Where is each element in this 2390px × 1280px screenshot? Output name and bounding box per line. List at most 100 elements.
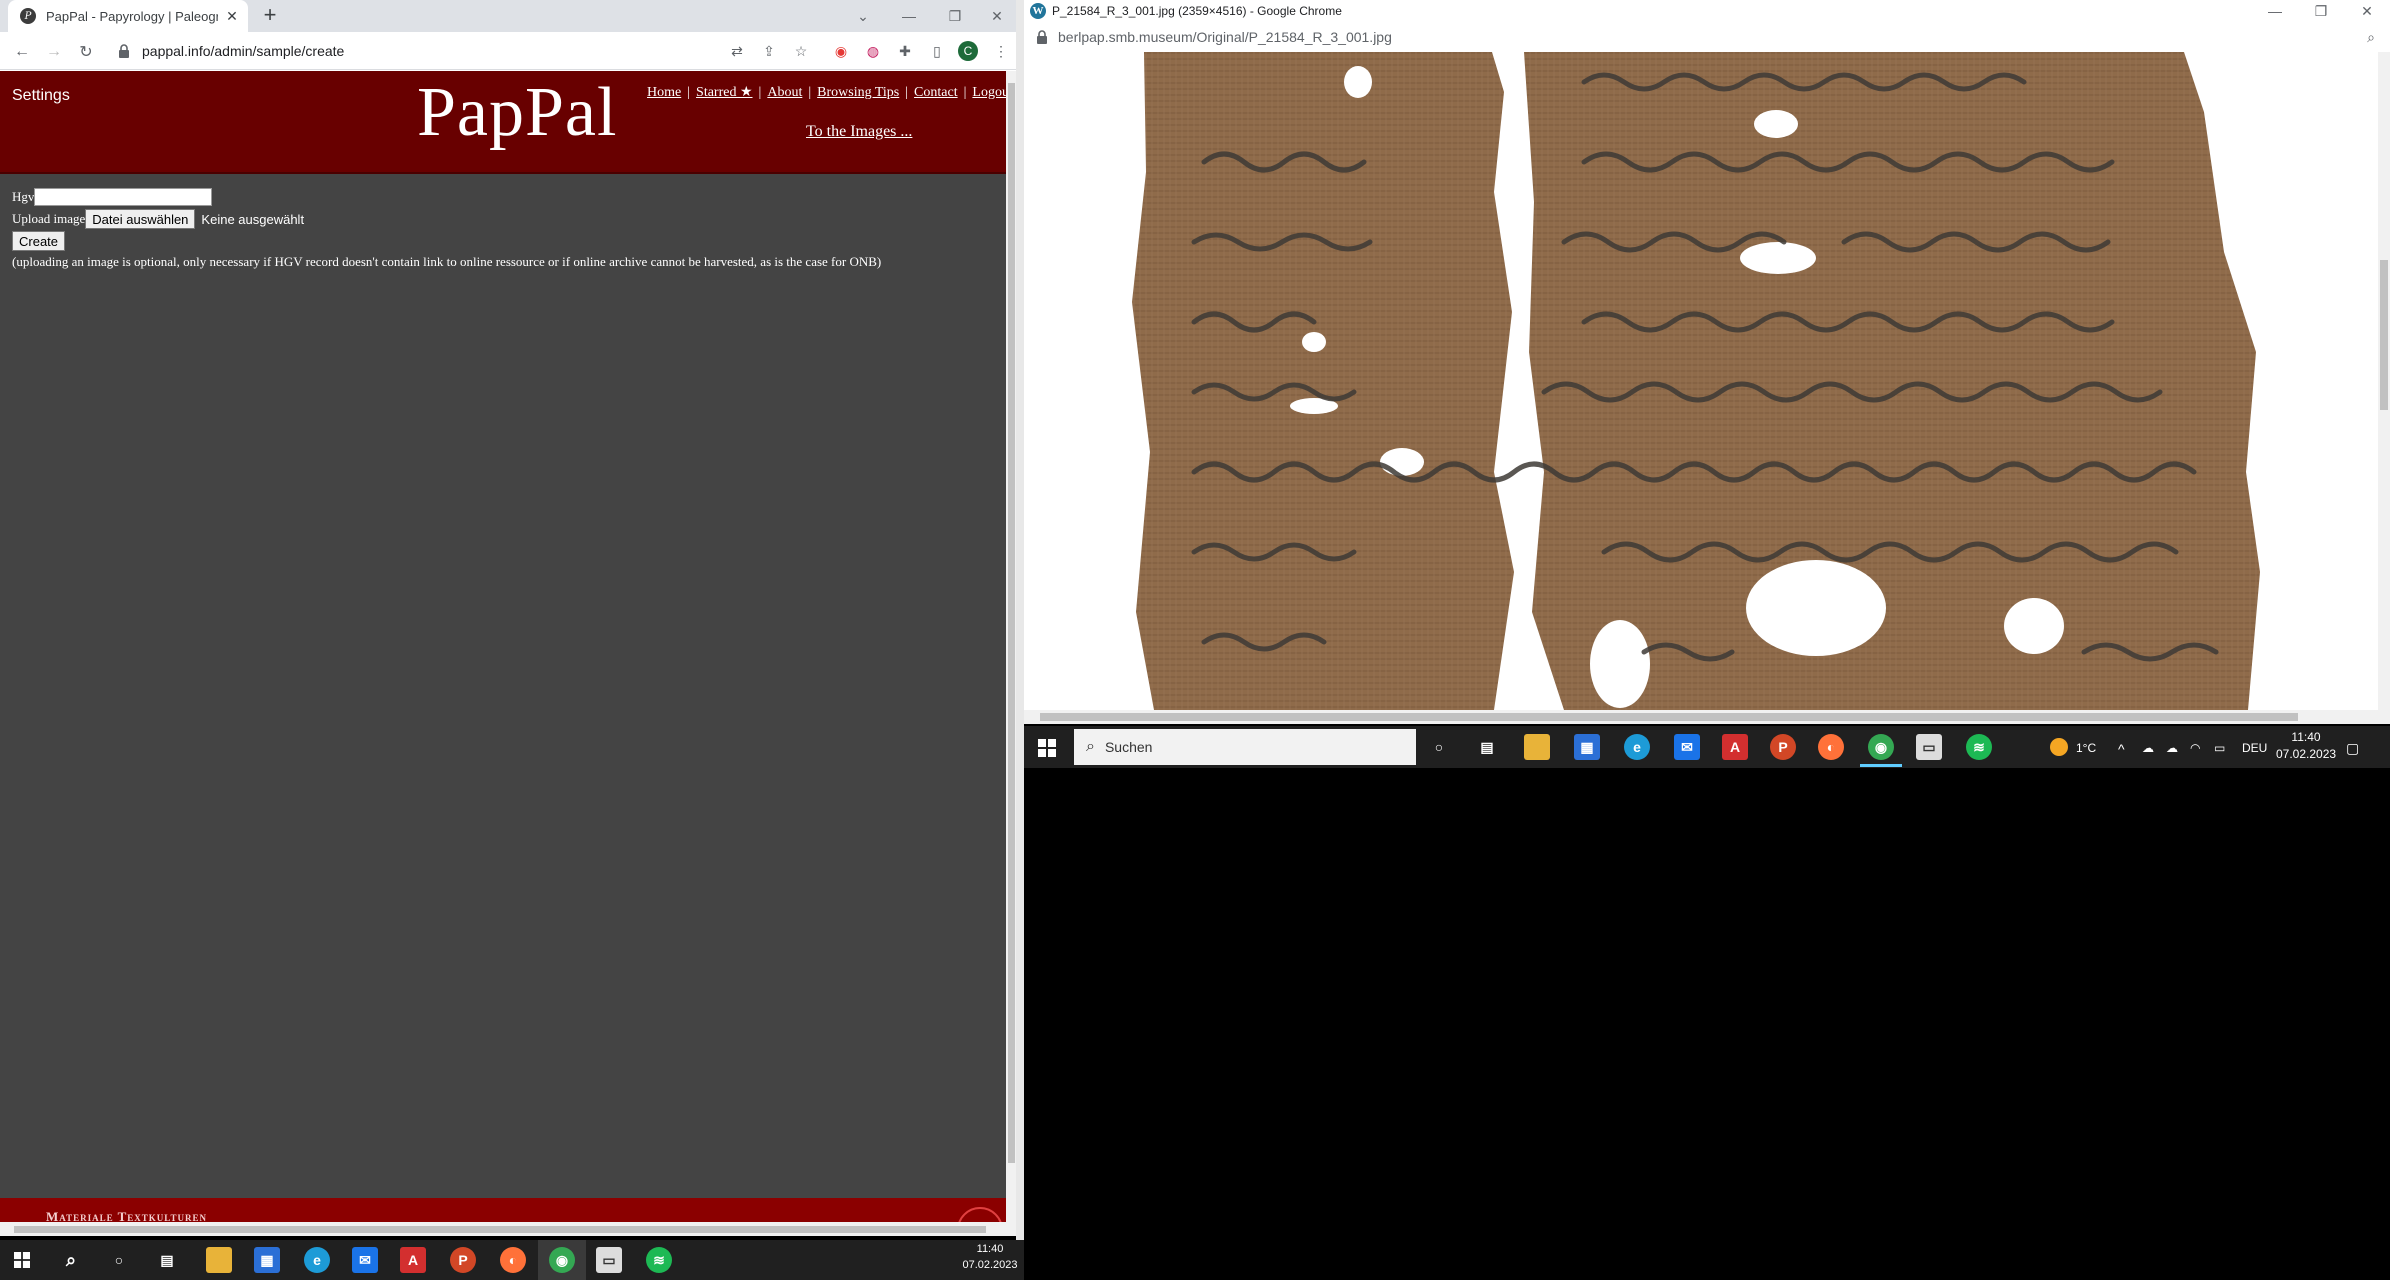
cortana-icon[interactable]: ○ — [106, 1247, 132, 1273]
page-horizontal-scroll-thumb[interactable] — [14, 1226, 986, 1233]
acrobat-icon[interactable]: A — [400, 1247, 426, 1273]
wordpress-favicon-icon: W — [1030, 3, 1046, 19]
right-address-url: berlpap.smb.museum/Original/P_21584_R_3_… — [1058, 29, 1392, 45]
tray-expand-icon[interactable]: ^ — [2118, 741, 2125, 757]
share-icon[interactable]: ⇪ — [758, 40, 780, 62]
mail-icon[interactable]: ✉ — [352, 1247, 378, 1273]
hgv-input[interactable] — [34, 188, 213, 206]
cloud-sync-icon[interactable]: ☁ — [2166, 741, 2178, 755]
acrobat-icon[interactable]: A — [1722, 734, 1748, 760]
extension-red-icon[interactable]: ◉ — [830, 40, 852, 62]
back-icon[interactable]: ← — [10, 40, 34, 64]
address-url: pappal.info/admin/sample/create — [142, 43, 345, 59]
chrome-menu-icon[interactable]: ⋮ — [990, 40, 1012, 62]
close-window-button[interactable]: ✕ — [978, 0, 1016, 32]
extensions-puzzle-icon[interactable]: ✚ — [894, 40, 916, 62]
store-icon[interactable]: ▦ — [254, 1247, 280, 1273]
file-status: Keine ausgewählt — [201, 211, 305, 227]
windows-start-icon[interactable] — [1038, 739, 1056, 757]
nav-home[interactable]: Home — [647, 85, 681, 100]
tab-pappal[interactable]: P PapPal - Papyrology | Paleograph ✕ — [8, 0, 248, 32]
notifications-icon[interactable]: ▢ — [2346, 740, 2359, 757]
chrome-active-indicator — [1860, 764, 1902, 767]
store-icon[interactable]: ▦ — [1574, 734, 1600, 760]
mail-icon[interactable]: ✉ — [1674, 734, 1700, 760]
clock-date: 07.02.2023 — [2276, 747, 2337, 761]
right-window-titlebar: W P_21584_R_3_001.jpg (2359×4516) - Goog… — [1024, 0, 2390, 22]
clock-time: 11:40 — [2291, 730, 2321, 744]
settings-link[interactable]: Settings — [12, 87, 70, 105]
forward-icon[interactable]: → — [42, 40, 66, 64]
clock-time: 11:40 — [976, 1243, 1004, 1255]
file-explorer-icon[interactable] — [1524, 734, 1550, 760]
address-bar[interactable]: pappal.info/admin/sample/create — [108, 37, 808, 65]
onedrive-icon[interactable]: ☁ — [2142, 741, 2154, 755]
chrome-icon[interactable]: ◉ — [1868, 734, 1894, 760]
nav-separator: | — [687, 85, 691, 100]
app-window-icon[interactable]: ▭ — [1916, 734, 1942, 760]
search-icon[interactable]: ⌕ — [58, 1247, 84, 1273]
powerpoint-icon[interactable]: P — [450, 1247, 476, 1273]
page-vertical-scroll-thumb[interactable] — [1008, 83, 1015, 1163]
nav-separator: | — [905, 85, 909, 100]
right-horizontal-scroll-thumb[interactable] — [1040, 713, 2298, 721]
reload-icon[interactable]: ↻ — [74, 40, 98, 64]
clock[interactable]: 11:40 07.02.2023 — [2276, 730, 2336, 761]
firefox-icon[interactable]: ◐ — [1818, 734, 1844, 760]
battery-icon[interactable]: ▭ — [2214, 741, 2225, 755]
nav-browsing-tips[interactable]: Browsing Tips — [817, 85, 899, 100]
edge-icon[interactable]: e — [304, 1247, 330, 1273]
zoom-icon[interactable]: ⌕ — [2360, 26, 2382, 48]
top-navigation: Home | Starred ★ | About | Browsing Tips | Conta… — [647, 84, 1013, 101]
search-placeholder: Suchen — [1104, 739, 1153, 755]
spotify-icon[interactable]: ≋ — [1966, 734, 1992, 760]
create-button[interactable]: Create — [12, 231, 66, 251]
task-view-icon[interactable]: ▤ — [1474, 734, 1500, 760]
right-vertical-scroll-thumb[interactable] — [2380, 260, 2388, 410]
right-restore-button[interactable]: ❐ — [2298, 0, 2344, 22]
papyrus-fragment-image — [1024, 52, 2378, 710]
choose-file-button[interactable]: Datei auswählen — [85, 209, 196, 229]
chrome-icon[interactable]: ◉ — [549, 1247, 575, 1273]
nav-about[interactable]: About — [767, 85, 802, 100]
new-tab-button[interactable]: + — [258, 4, 282, 28]
minimize-button[interactable]: — — [886, 0, 932, 32]
papyrus-image[interactable] — [1024, 52, 2378, 710]
extension-pink-icon[interactable]: ◍ — [862, 40, 884, 62]
wifi-icon[interactable]: ◠ — [2190, 741, 2200, 755]
windows-start-icon[interactable] — [14, 1252, 30, 1268]
window-divider — [1016, 0, 1024, 1240]
restore-button[interactable]: ❐ — [932, 0, 978, 32]
left-browser-window: P PapPal - Papyrology | Paleograph ✕ + ⌄… — [0, 0, 1016, 1236]
lock-icon — [119, 44, 129, 58]
site-logo[interactable]: PapPal — [417, 73, 617, 153]
side-panel-icon[interactable]: ▯ — [926, 40, 948, 62]
cortana-icon[interactable]: ○ — [1426, 734, 1452, 760]
nav-starred[interactable]: Starred ★ — [696, 85, 752, 100]
right-close-button[interactable]: ✕ — [2344, 0, 2390, 22]
taskbar-search-box[interactable]: ⌕ Suchen — [1074, 729, 1416, 765]
to-images-link[interactable]: To the Images ... — [806, 123, 912, 141]
firefox-icon[interactable]: ◐ — [500, 1247, 526, 1273]
weather-icon[interactable] — [2050, 738, 2068, 756]
right-minimize-button[interactable]: — — [2252, 0, 2298, 22]
close-tab-icon[interactable]: ✕ — [224, 8, 240, 25]
profile-avatar[interactable]: C — [958, 41, 978, 61]
temperature[interactable]: 1°C — [2076, 741, 2096, 755]
right-address-bar[interactable]: berlpap.smb.museum/Original/P_21584_R_3_… — [1024, 22, 2390, 52]
clock[interactable]: 11:40 07.02.2023 — [960, 1243, 1020, 1271]
powerpoint-icon[interactable]: P — [1770, 734, 1796, 760]
bookmark-star-icon[interactable]: ☆ — [790, 40, 812, 62]
nav-contact[interactable]: Contact — [914, 85, 958, 100]
task-view-icon[interactable]: ▤ — [154, 1247, 180, 1273]
language-indicator[interactable]: DEU — [2242, 741, 2267, 755]
file-explorer-icon[interactable] — [206, 1247, 232, 1273]
translate-icon[interactable]: ⇄ — [726, 40, 748, 62]
spotify-icon[interactable]: ≋ — [646, 1247, 672, 1273]
page-content: Settings PapPal Home | Starred ★ | About | Bro… — [0, 71, 1013, 1236]
create-sample-form: Hgv Upload image Datei auswählen Keine a… — [12, 187, 881, 270]
tab-search-icon[interactable]: ⌄ — [840, 0, 886, 32]
edge-icon[interactable]: e — [1624, 734, 1650, 760]
app-window-icon[interactable]: ▭ — [596, 1247, 622, 1273]
tab-title: PapPal - Papyrology | Paleograph — [46, 8, 218, 24]
